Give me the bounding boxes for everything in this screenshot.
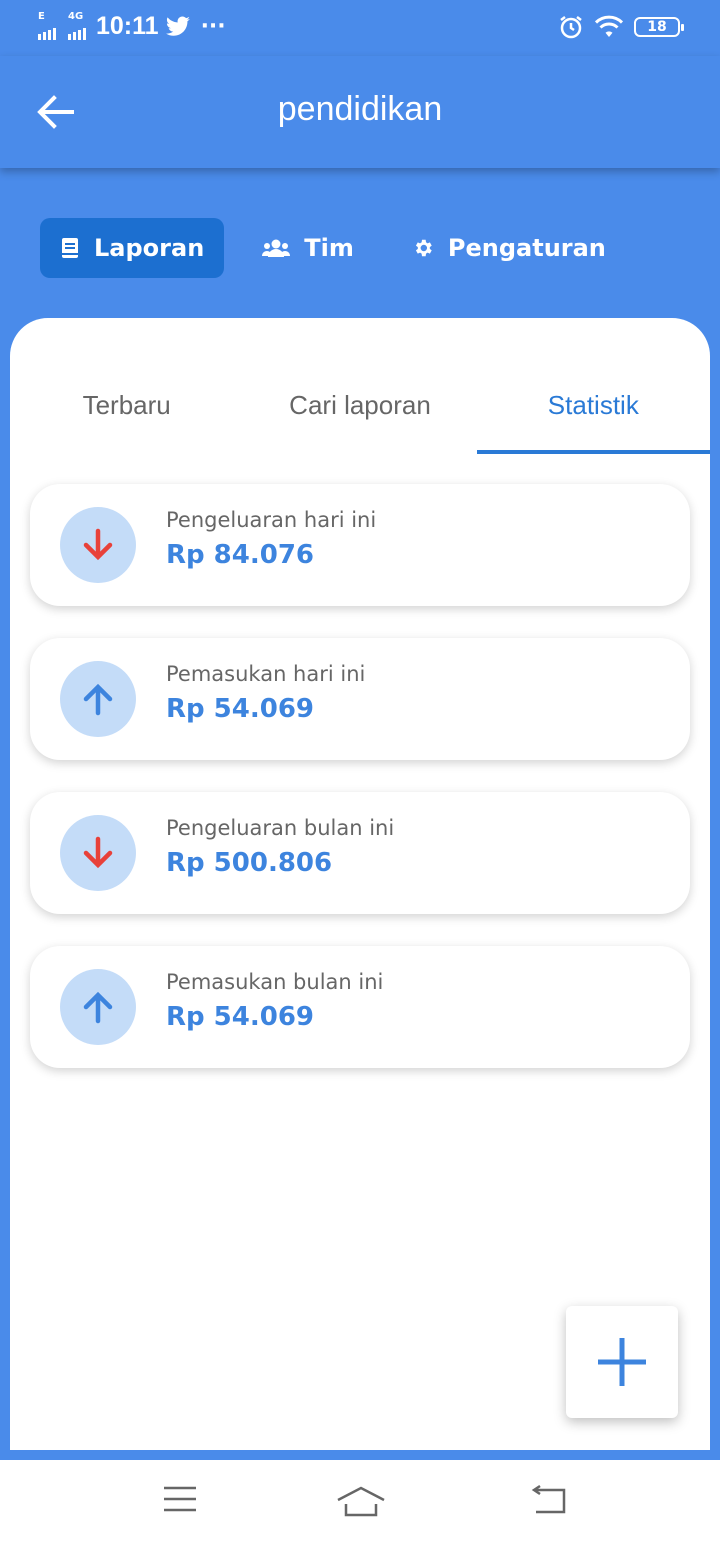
- stat-card: Pengeluaran hari ini Rp 84.076: [30, 484, 690, 606]
- gear-icon: [415, 239, 432, 257]
- stat-value: Rp 54.069: [166, 1002, 315, 1032]
- stat-card: Pengeluaran bulan ini Rp 500.806: [30, 792, 690, 914]
- stat-label: Pengeluaran bulan ini: [166, 816, 395, 840]
- stat-value: Rp 54.069: [166, 694, 315, 724]
- system-nav-bar: [0, 1460, 720, 1544]
- page-title: pendidikan: [277, 90, 443, 128]
- wifi-icon: [594, 15, 624, 37]
- stat-icon-circle: [60, 507, 136, 583]
- stat-icon-circle: [60, 661, 136, 737]
- add-button[interactable]: [566, 1306, 678, 1418]
- nav-pengaturan[interactable]: Pengaturan: [392, 218, 626, 278]
- back-nav-button[interactable]: [530, 1484, 570, 1520]
- arrow-up-icon: [83, 683, 113, 716]
- alarm-icon: [560, 16, 582, 39]
- signal-icon: E: [38, 11, 56, 40]
- nav-pengaturan-label: Pengaturan: [447, 234, 606, 262]
- status-bar: E 4G 10:11 ··· 18: [0, 0, 720, 56]
- nav-laporan[interactable]: Laporan: [40, 218, 225, 278]
- stat-label: Pemasukan bulan ini: [166, 970, 384, 994]
- arrow-down-icon: [83, 836, 113, 869]
- tab-statistik[interactable]: Statistik: [476, 358, 711, 454]
- more-dots: ···: [200, 14, 226, 39]
- battery-icon: 18: [634, 17, 684, 37]
- stat-card: Pemasukan hari ini Rp 54.069: [30, 638, 690, 760]
- tab-cari-laporan[interactable]: Cari laporan: [243, 358, 476, 454]
- arrow-down-icon: [83, 528, 113, 561]
- nav-tim-label: Tim: [304, 234, 354, 262]
- back-icon: [531, 1484, 566, 1514]
- tab-bar: Terbaru Cari laporan Statistik: [10, 358, 711, 454]
- stat-label: Pengeluaran hari ini: [166, 508, 377, 532]
- stat-label: Pemasukan hari ini: [166, 662, 366, 686]
- plus-icon: [598, 1338, 646, 1386]
- menu-button[interactable]: [162, 1484, 202, 1520]
- stat-icon-circle: [60, 969, 136, 1045]
- stat-card: Pemasukan bulan ini Rp 54.069: [30, 946, 690, 1068]
- nav-laporan-label: Laporan: [94, 234, 205, 262]
- stat-value: Rp 500.806: [166, 848, 333, 878]
- app-bar: pendidikan: [0, 56, 720, 168]
- nav-tim[interactable]: Tim: [242, 218, 374, 278]
- tab-terbaru[interactable]: Terbaru: [10, 358, 243, 454]
- signal-4g-icon: 4G: [68, 11, 86, 40]
- users-icon: [262, 239, 291, 257]
- content-card: Terbaru Cari laporan Statistik Pengeluar…: [10, 318, 711, 1450]
- stat-value: Rp 84.076: [166, 540, 315, 570]
- twitter-icon: [165, 15, 190, 36]
- home-icon: [337, 1486, 385, 1517]
- arrow-up-icon: [83, 991, 113, 1024]
- top-nav: Laporan Tim Pengaturan: [40, 218, 626, 278]
- clock: 10:11: [96, 12, 159, 40]
- menu-icon: [164, 1486, 196, 1512]
- stat-icon-circle: [60, 815, 136, 891]
- home-button[interactable]: [336, 1484, 386, 1520]
- book-icon: [62, 238, 78, 258]
